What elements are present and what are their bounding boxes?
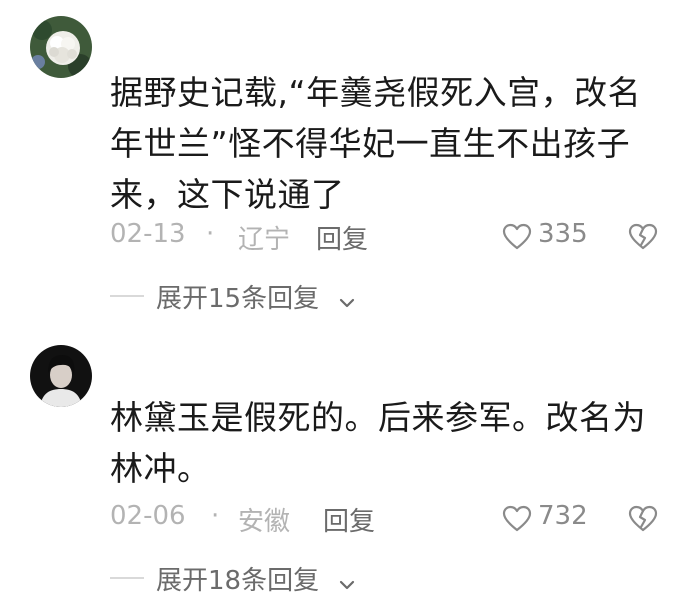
like-count: 732 <box>538 501 588 531</box>
comment-text-line: 年世兰”怪不得华妃一直生不出孩子 <box>110 124 631 163</box>
heart-outline-icon <box>502 505 532 532</box>
comment-meta: 02-13 · 辽宁 回复 335 <box>110 219 670 259</box>
chevron-down-icon <box>338 287 356 317</box>
comment-location: 辽宁 <box>238 225 291 255</box>
comment-date: 02-06 <box>110 501 186 531</box>
reply-button[interactable]: 回复 <box>316 219 368 256</box>
avatar[interactable] <box>30 16 92 78</box>
broken-heart-icon <box>628 223 658 250</box>
dislike-button[interactable] <box>628 223 658 258</box>
comment-text-line: 据野史记载,“年羹尧假死入宫，改名 <box>110 73 642 112</box>
heart-outline-icon <box>502 223 532 250</box>
comment-text: 林黛玉是假死的。后来参军。改名为 林冲。 <box>110 392 670 494</box>
comment-meta: 02-06 · 安徽 回复 732 <box>110 501 670 541</box>
broken-heart-icon <box>628 505 658 532</box>
comment-location: 安徽 <box>238 507 291 537</box>
expand-divider <box>110 577 144 579</box>
expand-divider <box>110 295 144 297</box>
expand-replies-button[interactable]: 展开18条回复 <box>110 560 370 596</box>
meta-separator: · <box>206 219 215 249</box>
reply-button[interactable]: 回复 <box>323 501 375 538</box>
expand-replies-button[interactable]: 展开15条回复 <box>110 278 370 314</box>
comment-date: 02-13 <box>110 219 186 249</box>
comment-text-line: 林黛玉是假死的。后来参军。改名为 <box>110 398 646 437</box>
comment-text: 据野史记载,“年羹尧假死入宫，改名 年世兰”怪不得华妃一直生不出孩子 来，这下说… <box>110 67 670 220</box>
comment-text-line: 林冲。 <box>110 449 211 488</box>
avatar[interactable] <box>30 345 92 407</box>
meta-separator: · <box>211 501 220 531</box>
like-count: 335 <box>538 219 588 249</box>
chevron-down-icon <box>338 569 356 599</box>
expand-replies-label: 展开15条回复 <box>156 284 320 314</box>
dislike-button[interactable] <box>628 505 658 540</box>
flower-avatar-image <box>30 16 92 78</box>
expand-replies-label: 展开18条回复 <box>156 566 320 596</box>
comment-text-line: 来，这下说通了 <box>110 175 345 214</box>
person-avatar-image <box>30 345 92 407</box>
